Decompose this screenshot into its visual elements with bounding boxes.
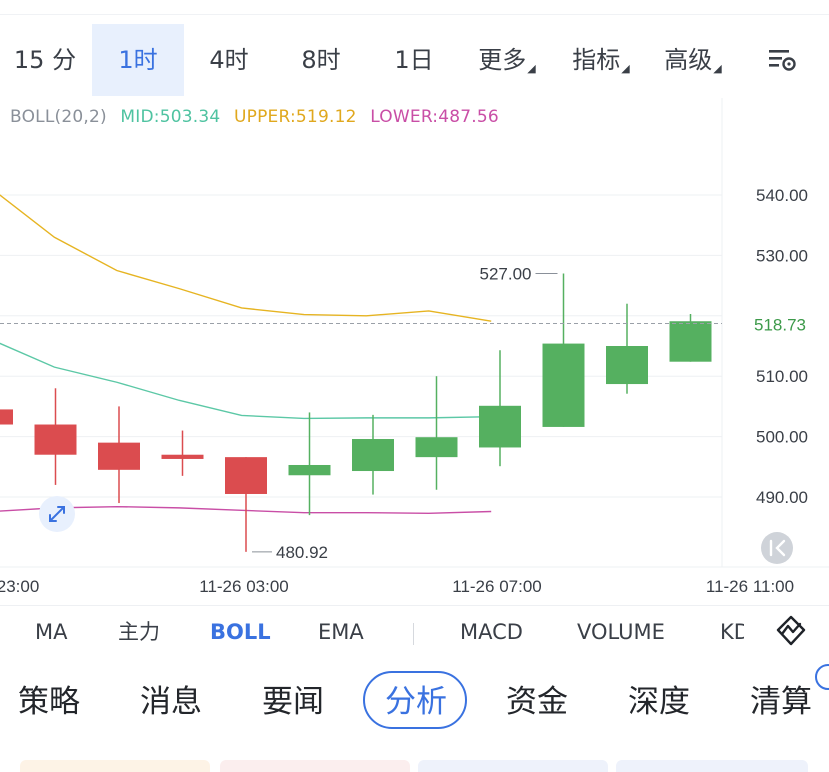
y-axis-label: 510.00	[756, 367, 808, 386]
indicator-tab-ma[interactable]: MA	[35, 606, 67, 658]
tab-analysis[interactable]: 分析	[385, 662, 447, 742]
x-axis-label: 11-26 11:00	[706, 577, 794, 596]
x-axis-label: 11-26 03:00	[199, 577, 288, 596]
dropdown-triangle-icon: ◢	[621, 62, 630, 75]
y-axis-label: 490.00	[756, 488, 808, 507]
bottom-card[interactable]	[418, 760, 608, 772]
timeframe-15m[interactable]: 15 分	[6, 24, 84, 96]
indicator-tab-ema[interactable]: EMA	[318, 606, 364, 658]
low-price-label: 480.92	[276, 543, 328, 562]
dropdown-triangle-icon: ◢	[713, 62, 722, 75]
current-price-label: 518.73	[754, 315, 806, 334]
boll-mid-line	[0, 342, 492, 420]
y-axis-label: 540.00	[756, 186, 808, 205]
indicator-tab-volume[interactable]: VOLUME	[577, 606, 665, 658]
tab-messages[interactable]: 消息	[140, 662, 202, 742]
content-tab-bar: 策略 消息 要闻 分析 资金 深度 清算	[0, 662, 829, 742]
candle-body[interactable]	[669, 321, 712, 362]
candle-body[interactable]	[225, 457, 267, 494]
dropdown-triangle-icon: ◢	[527, 62, 536, 75]
y-axis-label: 530.00	[756, 246, 808, 265]
candlestick-chart[interactable]: 540.00 530.00 510.00 500.00 490.00 518.73 527.…	[0, 98, 829, 603]
indicator-tab-main-force[interactable]: 主力	[118, 606, 160, 658]
candle-body[interactable]	[34, 424, 77, 455]
indicator-tab-bar: MA 主力 BOLL EMA MACD VOLUME KD	[0, 605, 829, 658]
bottom-card[interactable]	[20, 760, 210, 772]
x-axis-label: 23:00	[0, 577, 39, 596]
timeframe-1d[interactable]: 1日	[375, 24, 453, 96]
tab-news[interactable]: 要闻	[262, 662, 324, 742]
candle-body[interactable]	[288, 464, 331, 476]
indicator-tab-boll[interactable]: BOLL	[210, 606, 271, 658]
candle-body[interactable]	[98, 442, 140, 470]
timeframe-bar: 15 分 1时 4时 8时 1日 更多◢ 指标◢ 高级◢	[0, 24, 829, 96]
indicator-divider	[413, 623, 414, 645]
advanced-dropdown[interactable]: 高级◢	[652, 24, 734, 96]
candle-body[interactable]	[0, 409, 13, 425]
bottom-cards	[0, 758, 829, 772]
candle-body[interactable]	[352, 439, 394, 472]
tab-depth[interactable]: 深度	[628, 662, 690, 742]
indicator-tab-macd[interactable]: MACD	[460, 606, 523, 658]
indicator-tab-kd[interactable]: KD	[720, 606, 744, 658]
timeframe-8h[interactable]: 8时	[282, 24, 360, 96]
tab-strategy[interactable]: 策略	[18, 662, 80, 742]
drawing-tool-icon	[776, 615, 806, 646]
settings-list-icon	[769, 50, 796, 71]
top-strip	[0, 0, 829, 15]
bottom-card[interactable]	[220, 760, 410, 772]
candle-body[interactable]	[161, 454, 204, 459]
y-axis-label: 500.00	[756, 428, 808, 447]
x-axis-label: 11-26 07:00	[452, 577, 541, 596]
drawing-tool-button[interactable]	[770, 610, 812, 652]
chart-settings-button[interactable]	[762, 24, 802, 96]
tab-funds[interactable]: 资金	[506, 662, 568, 742]
candle-body[interactable]	[606, 346, 648, 385]
high-price-label: 527.00	[480, 265, 532, 284]
timeframe-more-dropdown[interactable]: 更多◢	[466, 24, 548, 96]
indicators-dropdown[interactable]: 指标◢	[560, 24, 642, 96]
candle-body[interactable]	[542, 343, 585, 427]
timeframe-4h[interactable]: 4时	[190, 24, 268, 96]
candle-body[interactable]	[479, 405, 521, 448]
tab-liquidation[interactable]: 清算	[750, 662, 812, 742]
bottom-card[interactable]	[616, 760, 808, 772]
timeframe-1h[interactable]: 1时	[92, 24, 184, 96]
candle-body[interactable]	[415, 437, 458, 458]
